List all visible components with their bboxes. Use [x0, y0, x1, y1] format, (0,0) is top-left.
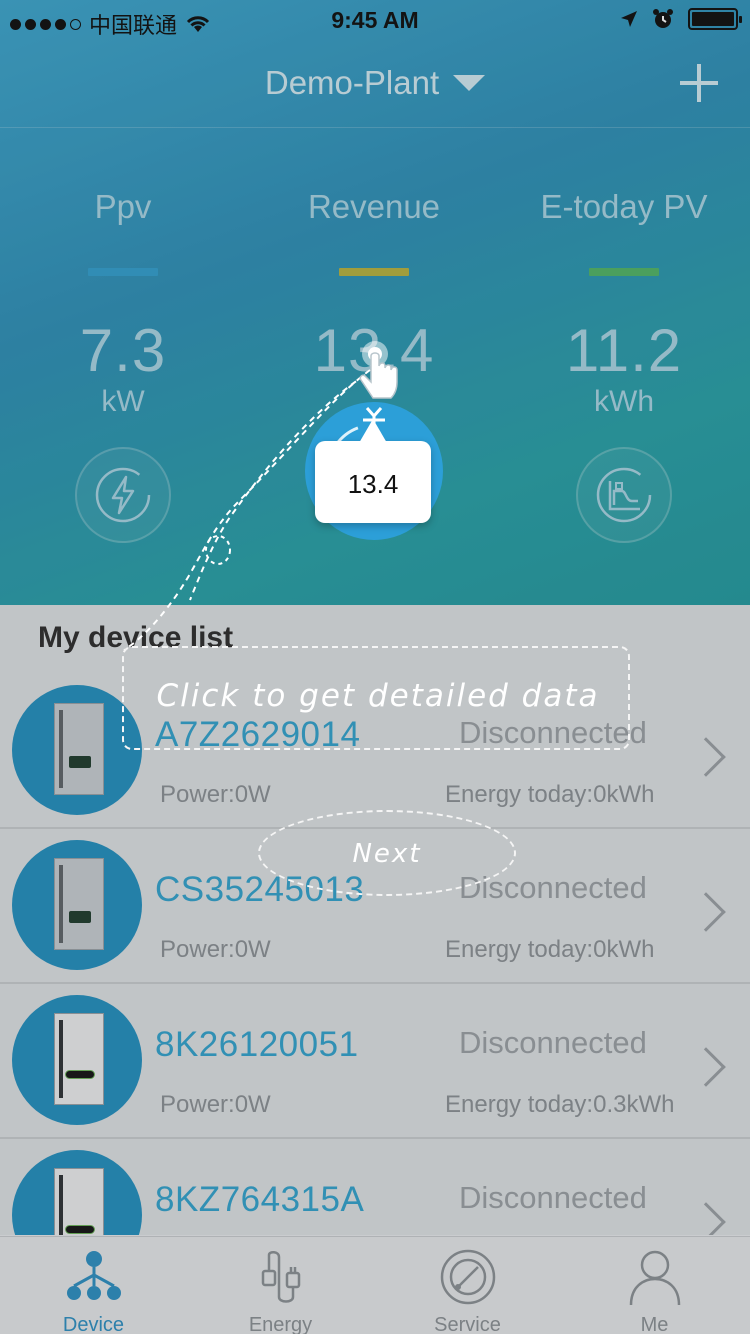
device-name: 8KZ764315A [155, 1180, 365, 1219]
inverter-image [12, 1150, 142, 1235]
plug-icon [261, 1251, 300, 1303]
guide-hint-text: Click to get detailed data [156, 678, 600, 714]
user-icon [629, 1250, 680, 1306]
guide-hint-box: Click to get detailed data [122, 646, 630, 750]
plant-selector[interactable]: Demo-Plant [0, 64, 750, 102]
metric-e-today-pv[interactable]: E-today PV 11.2 kWh [499, 188, 749, 543]
device-row[interactable]: 8K26120051 Disconnected Power:0W Energy … [0, 985, 750, 1139]
status-bar: 中国联通 9:45 AM [0, 0, 750, 40]
metric-label: Revenue [307, 188, 441, 225]
tab-service[interactable]: Service [374, 1237, 561, 1334]
device-power: Power:0W [160, 936, 271, 963]
metric-indicator [88, 268, 158, 276]
metric-value: 11.2 [565, 317, 683, 384]
tab-label: Energy [248, 1314, 313, 1334]
device-energy: Energy today:0.3kWh [445, 1091, 675, 1118]
lightning-icon[interactable] [75, 447, 171, 543]
device-energy: Energy today:0kWh [445, 936, 655, 963]
tab-me[interactable]: Me [561, 1237, 748, 1334]
hand-pointer-icon [359, 341, 398, 399]
alarm-icon [653, 9, 673, 28]
chart-icon[interactable] [576, 447, 672, 543]
plant-name: Demo-Plant [264, 64, 440, 101]
metric-indicator [589, 268, 659, 276]
tab-device[interactable]: Device [0, 1237, 187, 1334]
nav-bar: Demo-Plant [0, 40, 750, 128]
tab-energy[interactable]: Energy [187, 1237, 374, 1334]
metric-label: Ppv [94, 188, 152, 225]
chevron-right-icon[interactable] [686, 892, 726, 932]
chevron-right-icon[interactable] [686, 1202, 726, 1235]
service-icon [440, 1249, 495, 1305]
metric-unit: kW [101, 385, 145, 418]
guide-next-button[interactable]: Next [258, 810, 516, 896]
chevron-right-icon[interactable] [686, 737, 726, 777]
metric-unit: kWh [594, 385, 654, 418]
inverter-image [12, 840, 142, 970]
device-energy: Energy today:0kWh [445, 781, 655, 808]
device-status: Disconnected [459, 1180, 647, 1215]
tab-label: Service [434, 1314, 501, 1334]
chevron-right-icon[interactable] [686, 1047, 726, 1087]
add-plant-button[interactable] [680, 64, 718, 102]
guide-callout: 13.4 [315, 419, 431, 523]
metric-value: 7.3 [79, 317, 167, 384]
battery-icon [688, 8, 742, 30]
metric-label: E-today PV [540, 188, 708, 225]
inverter-image [12, 995, 142, 1125]
caret-down-icon [453, 75, 486, 92]
metric-indicator [339, 268, 409, 276]
tab-bar: Device Energy Service Me [0, 1236, 750, 1334]
location-icon [621, 11, 637, 27]
device-tree-icon [66, 1251, 121, 1300]
tab-label: Me [640, 1314, 669, 1334]
metric-ppv[interactable]: Ppv 7.3 kW [0, 188, 248, 543]
tab-label: Device [62, 1314, 125, 1334]
device-name: 8K26120051 [155, 1025, 359, 1064]
device-row[interactable]: 8KZ764315A Disconnected [0, 1140, 750, 1235]
device-status: Disconnected [459, 1025, 647, 1060]
status-right [620, 8, 742, 30]
device-power: Power:0W [160, 781, 271, 808]
device-power: Power:0W [160, 1091, 271, 1118]
